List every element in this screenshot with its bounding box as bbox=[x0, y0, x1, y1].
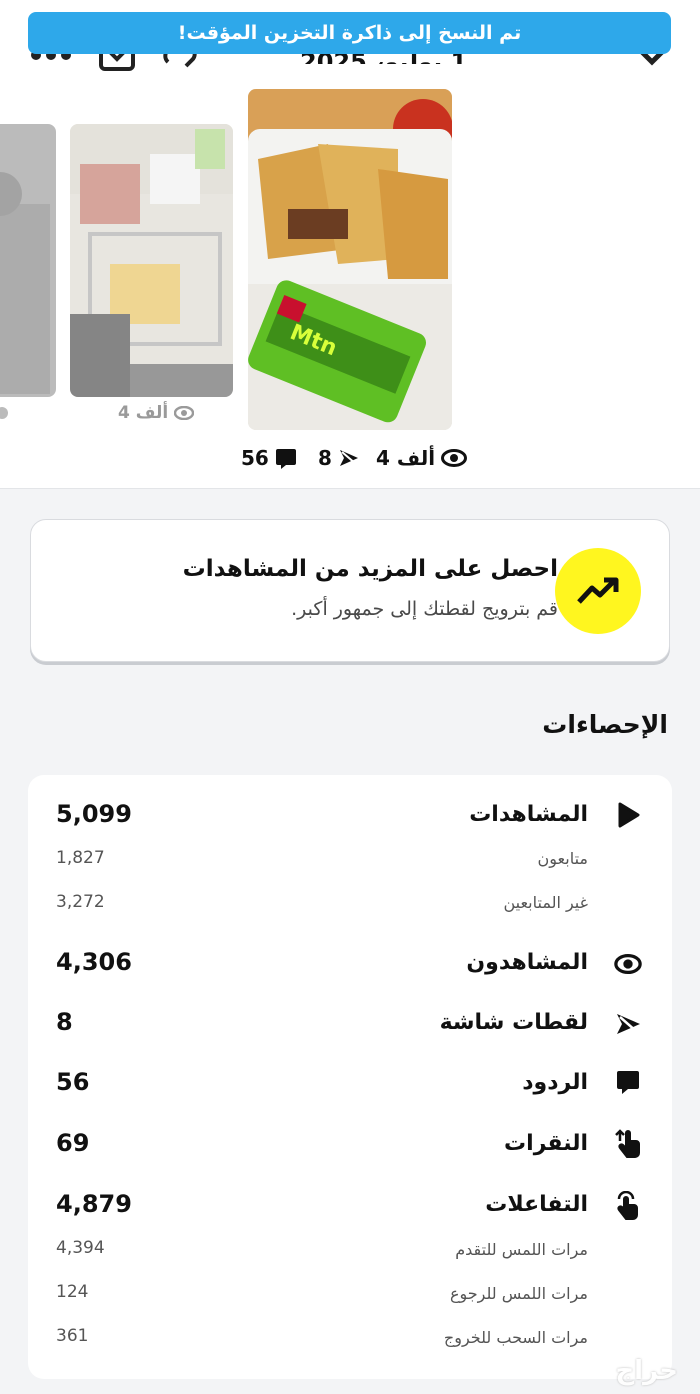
eye-icon bbox=[174, 406, 195, 420]
stat-taps-value: 69 bbox=[56, 1129, 90, 1157]
snap-views-value: 4 ألف bbox=[376, 446, 436, 470]
promote-card[interactable] bbox=[30, 519, 670, 662]
stat-tap-back-value: 124 bbox=[56, 1282, 89, 1302]
screenshot-icon bbox=[614, 1010, 642, 1038]
tap-icon bbox=[614, 1129, 642, 1158]
stat-swipe-exit-value: 361 bbox=[56, 1326, 89, 1346]
copied-toast: تم النسخ إلى ذاكرة التخزين المؤقت! bbox=[28, 12, 671, 54]
stat-non-followers-value: 3,272 bbox=[56, 892, 105, 912]
stat-tap-forward-label: مرات اللمس للتقدم bbox=[455, 1240, 588, 1259]
stat-non-followers-label: غير المتابعين bbox=[503, 893, 588, 912]
promote-title: احصل على المزيد من المشاهدات bbox=[182, 556, 558, 582]
stat-views-label: المشاهدات bbox=[469, 802, 588, 827]
eye-icon bbox=[614, 950, 642, 978]
snap-2-views-value: 4 ألف bbox=[118, 403, 169, 423]
watermark: حراج bbox=[615, 1356, 678, 1386]
stat-swipe-exit-label: مرات السحب للخروج bbox=[443, 1328, 588, 1347]
play-icon bbox=[614, 801, 642, 829]
chat-icon bbox=[275, 449, 296, 469]
snap-views: 4 ألف bbox=[376, 446, 468, 470]
stat-followers-value: 1,827 bbox=[56, 848, 105, 868]
stat-followers-label: متابعون bbox=[537, 849, 588, 868]
snap-thumbnail-2[interactable] bbox=[70, 124, 233, 397]
stat-tap-back-label: مرات اللمس للرجوع bbox=[449, 1284, 588, 1303]
snap-screenshots: 8 bbox=[318, 446, 360, 470]
eye-icon bbox=[0, 407, 8, 419]
stories-header-area: 1 يوليو، 2025 4 ألف Mtn 4 ألف 8 56 bbox=[0, 0, 700, 489]
stat-tap-forward-value: 4,394 bbox=[56, 1238, 105, 1258]
stat-viewers-value: 4,306 bbox=[56, 948, 132, 976]
trending-up-icon bbox=[555, 548, 641, 634]
stat-replies-label: الردود bbox=[522, 1070, 588, 1095]
eye-icon bbox=[441, 449, 468, 467]
snap-replies-value: 56 bbox=[241, 446, 269, 470]
stat-replies-value: 56 bbox=[56, 1068, 90, 1096]
snap-2-views: 4 ألف bbox=[118, 403, 195, 423]
chat-icon bbox=[614, 1068, 642, 1096]
stat-taps-label: النقرات bbox=[504, 1131, 588, 1156]
snap-replies: 56 bbox=[241, 446, 297, 470]
stat-screenshots-label: لقطات شاشة bbox=[439, 1010, 588, 1035]
touch-icon bbox=[614, 1191, 642, 1220]
stat-interactions-label: التفاعلات bbox=[485, 1192, 588, 1217]
stat-viewers-label: المشاهدون bbox=[466, 950, 588, 975]
stats-title: الإحصاءات bbox=[542, 710, 668, 739]
stat-views-value: 5,099 bbox=[56, 800, 132, 828]
stat-interactions-value: 4,879 bbox=[56, 1190, 132, 1218]
snap-screenshots-value: 8 bbox=[318, 446, 332, 470]
stat-screenshots-value: 8 bbox=[56, 1008, 73, 1036]
screenshot-icon bbox=[339, 450, 358, 466]
promote-subtitle: قم بترويج لقطتك إلى جمهور أكبر. bbox=[291, 598, 558, 620]
snap-thumbnail-3[interactable] bbox=[0, 124, 56, 397]
snap-thumbnail-main[interactable]: Mtn bbox=[248, 89, 452, 430]
